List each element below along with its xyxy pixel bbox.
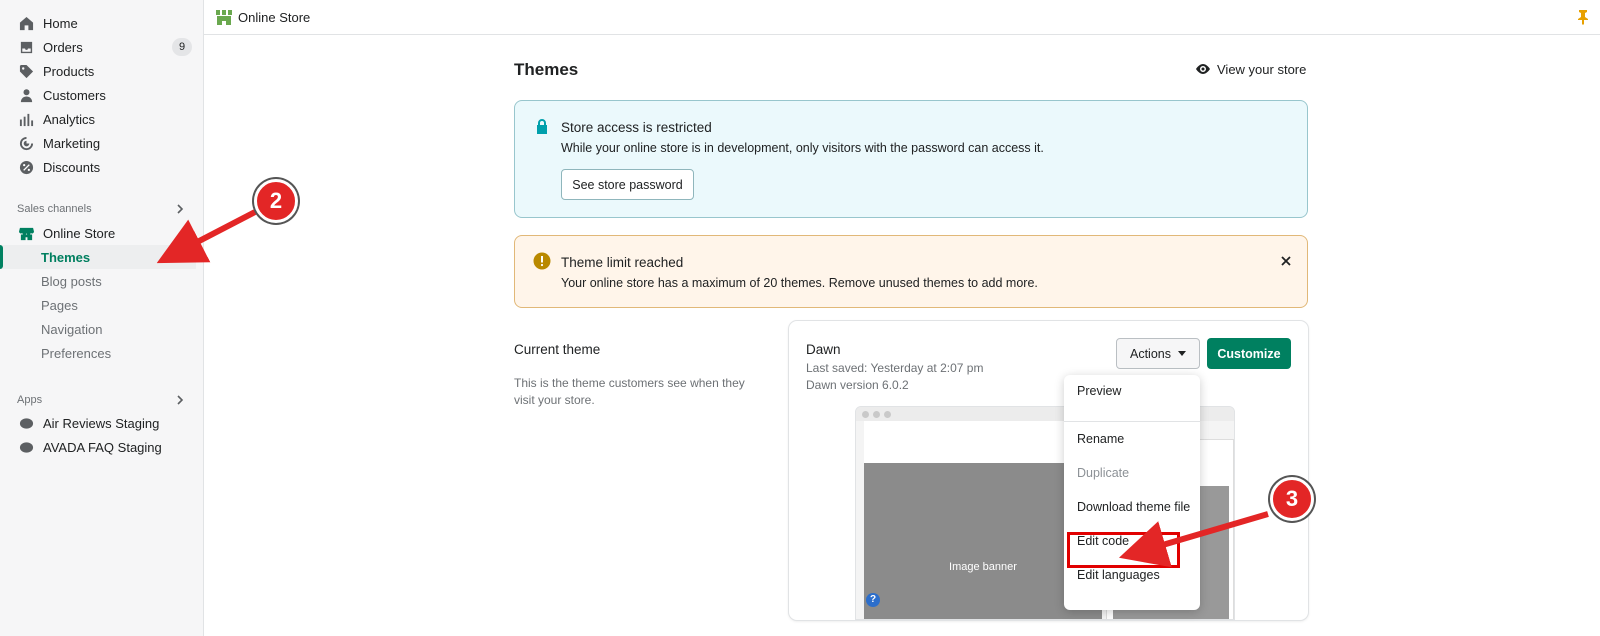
store-access-title: Store access is restricted: [561, 120, 712, 135]
menu-item-download-theme-file[interactable]: Download theme file: [1064, 494, 1200, 520]
nav-online-store[interactable]: Online Store: [0, 221, 196, 245]
orders-count-badge: 9: [172, 38, 192, 56]
help-icon[interactable]: ?: [866, 593, 880, 607]
menu-item-duplicate[interactable]: Duplicate: [1064, 460, 1200, 486]
actions-menu: Preview Rename Duplicate Download theme …: [1064, 375, 1200, 610]
eye-icon: [1196, 64, 1210, 74]
nav-home-label: Home: [43, 15, 78, 31]
sidebar-item-blog-posts[interactable]: Blog posts: [0, 269, 196, 293]
page-title: Themes: [514, 60, 579, 79]
actions-button[interactable]: Actions: [1116, 338, 1200, 369]
sales-channels-chevron-icon[interactable]: [174, 203, 186, 215]
step-marker-2: 2: [254, 179, 298, 223]
bar-chart-icon: [18, 111, 34, 127]
edit-code-highlight-box: [1067, 532, 1180, 568]
nav-analytics-label: Analytics: [43, 111, 96, 127]
sales-channels-heading: Sales channels: [17, 203, 92, 215]
tag-icon: [18, 63, 34, 79]
see-store-password-button[interactable]: See store password: [561, 169, 694, 200]
menu-item-preview[interactable]: Preview: [1064, 378, 1200, 404]
sidebar: Home Orders 9 Products Customers Analyti…: [0, 0, 204, 636]
nav-marketing-label: Marketing: [43, 135, 101, 151]
app-icon: [18, 415, 34, 431]
online-store-icon: [18, 225, 34, 241]
person-icon: [18, 87, 34, 103]
menu-item-rename[interactable]: Rename: [1064, 426, 1200, 452]
close-icon[interactable]: [1279, 254, 1293, 268]
nav-analytics[interactable]: Analytics: [0, 107, 196, 131]
nav-customers[interactable]: Customers: [0, 83, 196, 107]
nav-discounts-label: Discounts: [43, 159, 101, 175]
sidebar-item-themes[interactable]: Themes: [0, 245, 196, 269]
nav-home[interactable]: Home: [0, 11, 196, 35]
orders-icon: [18, 39, 34, 55]
app-air-reviews-label: Air Reviews Staging: [43, 415, 160, 431]
theme-version: Dawn version 6.0.2: [806, 378, 909, 392]
lock-icon: [537, 119, 547, 134]
sidebar-item-pages[interactable]: Pages: [0, 293, 196, 317]
topbar: Online Store: [204, 0, 1600, 35]
store-access-text: While your online store is in developmen…: [561, 141, 1044, 155]
target-icon: [18, 135, 34, 151]
nav-online-store-label: Online Store: [43, 225, 116, 241]
sidebar-item-preferences[interactable]: Preferences: [0, 341, 196, 365]
step-marker-3: 3: [1270, 477, 1314, 521]
theme-limit-text: Your online store has a maximum of 20 th…: [561, 276, 1038, 290]
store-access-banner: Store access is restricted While your on…: [514, 100, 1308, 218]
theme-limit-banner: Theme limit reached Your online store ha…: [514, 235, 1308, 308]
theme-last-saved: Last saved: Yesterday at 2:07 pm: [806, 361, 984, 375]
app-avada-faq-label: AVADA FAQ Staging: [43, 439, 162, 455]
apps-chevron-icon[interactable]: [174, 394, 186, 406]
nav-orders-label: Orders: [43, 39, 83, 55]
theme-name: Dawn: [806, 342, 841, 357]
menu-divider: [1064, 421, 1200, 422]
app-avada-faq[interactable]: AVADA FAQ Staging: [0, 435, 196, 459]
nav-products[interactable]: Products: [0, 59, 196, 83]
view-store-label: View your store: [1217, 61, 1307, 77]
topbar-title: Online Store: [238, 10, 311, 25]
current-theme-heading: Current theme: [514, 342, 601, 357]
current-theme-card: Dawn Last saved: Yesterday at 2:07 pm Da…: [789, 321, 1308, 620]
caret-down-icon: [1178, 351, 1186, 356]
theme-limit-title: Theme limit reached: [561, 255, 684, 270]
nav-marketing[interactable]: Marketing: [0, 131, 196, 155]
view-store-link[interactable]: View your store: [1195, 61, 1306, 77]
nav-products-label: Products: [43, 63, 95, 79]
app-air-reviews[interactable]: Air Reviews Staging: [0, 411, 196, 435]
customize-button[interactable]: Customize: [1207, 338, 1291, 369]
current-theme-description: This is the theme customers see when the…: [514, 376, 745, 407]
sidebar-item-navigation[interactable]: Navigation: [0, 317, 196, 341]
warning-icon: [533, 252, 551, 270]
nav-discounts[interactable]: Discounts: [0, 155, 196, 179]
app-icon: [18, 439, 34, 455]
actions-label: Actions: [1130, 346, 1171, 361]
apps-heading: Apps: [17, 394, 43, 406]
online-store-logo-icon: [216, 10, 232, 25]
nav-customers-label: Customers: [43, 87, 106, 103]
home-icon: [18, 15, 34, 31]
pin-icon[interactable]: [1576, 9, 1590, 25]
discount-icon: [18, 159, 34, 175]
nav-orders[interactable]: Orders 9: [0, 35, 196, 59]
